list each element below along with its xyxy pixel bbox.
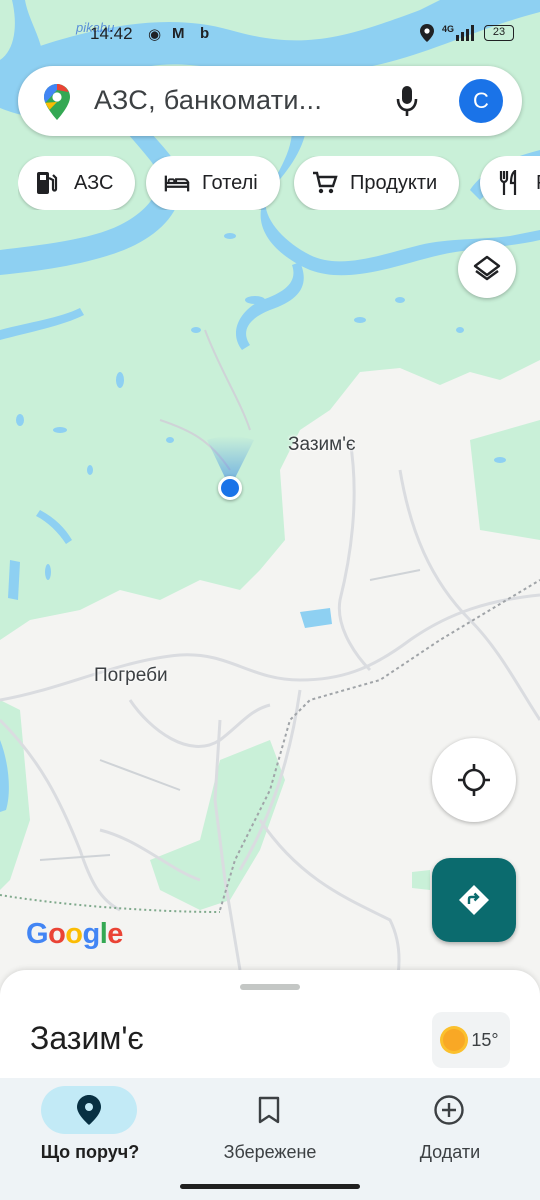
map-layers-button[interactable] <box>458 240 516 298</box>
map-label-pohreby[interactable]: Погреби <box>94 665 168 687</box>
place-title: Зазим'є <box>30 1020 144 1056</box>
nav-explore[interactable]: Що поруч? <box>0 1086 180 1186</box>
nav-saved-label: Збережене <box>223 1142 317 1162</box>
chip-hotels[interactable]: Готелі <box>146 156 280 210</box>
battery-indicator: 23 <box>484 25 514 41</box>
status-bar: pikabu 14:42 ◉ M b 4G 23 <box>0 0 540 64</box>
status-right: 4G 23 <box>419 24 514 42</box>
network-type: 4G <box>441 24 454 34</box>
layers-icon <box>473 255 501 281</box>
nav-contribute-pill[interactable] <box>401 1086 497 1134</box>
account-avatar[interactable]: С <box>459 79 503 123</box>
gmail-icon: M <box>172 25 185 42</box>
nav-contribute[interactable]: Додати <box>360 1086 540 1186</box>
google-maps-pin-icon <box>44 84 70 120</box>
bookmark-icon <box>258 1096 280 1124</box>
directions-button[interactable] <box>432 858 516 942</box>
add-circle-icon <box>434 1095 464 1125</box>
sun-icon <box>443 1029 466 1051</box>
search-bar[interactable]: АЗС, банкомати... С <box>18 66 522 136</box>
status-time: 14:42 <box>90 24 133 43</box>
weather-temperature: 15° <box>471 1029 499 1050</box>
crosshair-icon <box>458 764 490 796</box>
search-input[interactable]: АЗС, банкомати... <box>94 85 322 116</box>
location-pin-icon <box>77 1095 101 1125</box>
chip-label: Р <box>536 172 540 195</box>
category-chips: АЗС Готелі Продукти Р <box>18 156 540 210</box>
telegram-icon: ◉ <box>148 26 162 43</box>
weather-chip[interactable]: 15° <box>432 1012 510 1068</box>
chip-groceries[interactable]: Продукти <box>294 156 460 210</box>
nav-saved-pill[interactable] <box>221 1086 317 1134</box>
chip-label: Готелі <box>202 171 258 194</box>
bed-icon <box>164 170 190 196</box>
my-location-button[interactable] <box>432 738 516 822</box>
directions-icon <box>459 885 489 915</box>
chip-restaurants[interactable]: Р <box>480 156 540 210</box>
chip-label: АЗС <box>74 171 114 194</box>
cart-icon <box>312 170 338 196</box>
nav-saved[interactable]: Збережене <box>180 1086 360 1186</box>
signal-icon <box>456 25 474 41</box>
location-status-icon <box>419 24 434 42</box>
sheet-drag-handle[interactable] <box>240 984 300 990</box>
google-logo: Google <box>26 918 123 950</box>
nav-explore-pill[interactable] <box>41 1086 137 1134</box>
microphone-icon[interactable] <box>396 84 418 118</box>
nav-contribute-label: Додати <box>419 1142 481 1162</box>
bing-icon: b <box>200 25 210 42</box>
current-location-dot[interactable] <box>218 476 242 500</box>
chip-gas-stations[interactable]: АЗС <box>18 156 136 210</box>
map-label-zazymie[interactable]: Зазим'є <box>288 434 356 456</box>
home-indicator[interactable] <box>180 1184 360 1189</box>
chip-label: Продукти <box>350 171 438 194</box>
restaurant-icon <box>498 170 524 196</box>
gas-station-icon <box>36 170 62 196</box>
bottom-navigation: Що поруч? Збережене Додати <box>0 1078 540 1200</box>
nav-explore-label: Що поруч? <box>40 1142 140 1162</box>
